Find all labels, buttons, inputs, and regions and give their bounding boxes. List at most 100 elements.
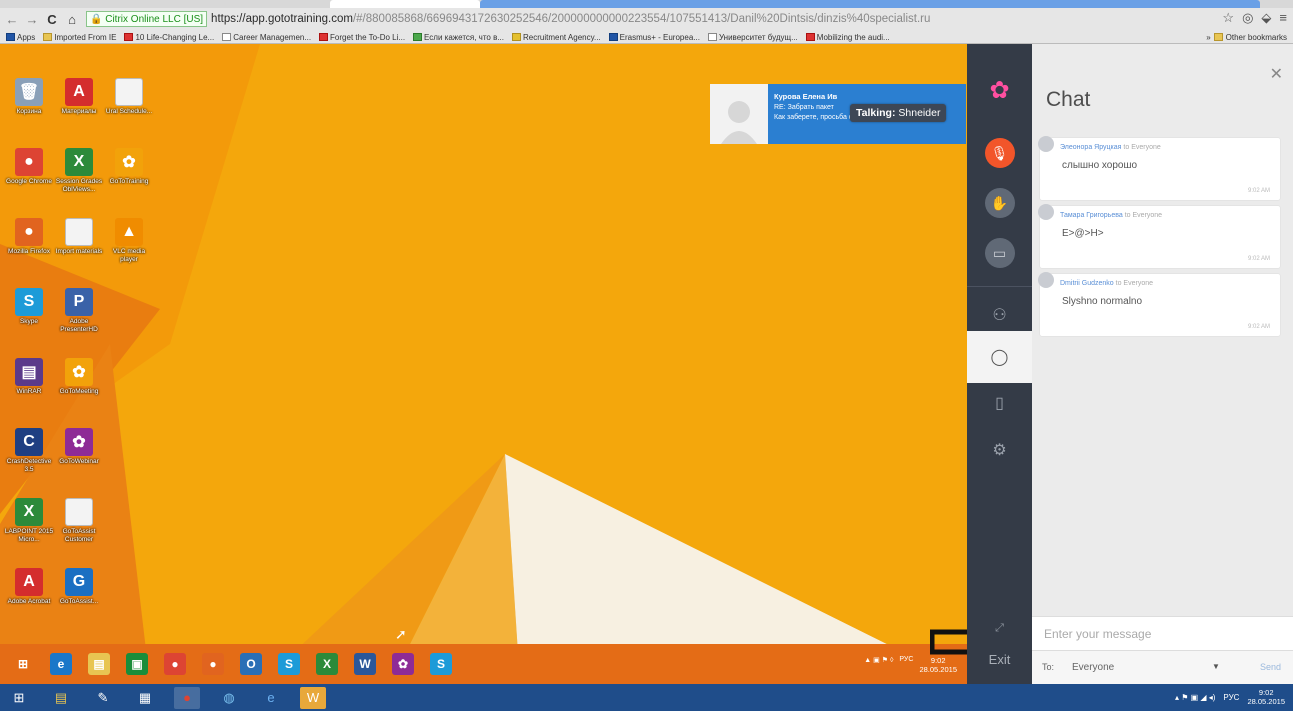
home-icon[interactable]: ⌂ [64,12,80,27]
outlook-icon[interactable]: O [240,653,262,675]
explorer-icon[interactable]: ▤ [88,653,110,675]
bookmark-university[interactable]: Университет будущ... [707,33,798,42]
desktop-icon[interactable]: ● Mozilla Firefox [4,218,54,256]
recipient-row: To: Everyone ▼ Send [1032,650,1293,684]
inner-clock-date: 28.05.2015 [919,665,957,674]
desktop-icon-label: GoToAssist Customer [62,528,96,543]
windows-start-icon[interactable]: ⊞ [6,687,32,709]
extension-icon[interactable]: ◎ [1242,10,1253,26]
store-icon[interactable]: ▣ [126,653,148,675]
firefox-icon[interactable]: ● [202,653,224,675]
other-bookmarks-label: Other bookmarks [1225,32,1287,42]
back-icon[interactable]: ← [4,12,20,27]
star-icon[interactable]: ☆ [1222,10,1234,26]
desktop-icon[interactable]: Ural Schedule... [104,78,154,116]
people-icon: ⚇ [992,307,1007,324]
bookmark-todo[interactable]: Forget the To-Do Li... [319,33,405,42]
close-icon[interactable]: ✕ [1270,64,1283,84]
bookmark-label: 10 Life-Changing Le... [135,32,215,42]
desktop-icon[interactable]: ▤ WinRAR [4,358,54,396]
chat-button[interactable]: ◯ [967,331,1032,383]
video-line1: RE: Забрать пакет [774,104,834,111]
exit-button[interactable]: Exit [967,652,1032,667]
bookmark-esli[interactable]: Если кажется, что в... [413,33,504,42]
ie-icon[interactable]: e [50,653,72,675]
app-icon: ● [15,148,43,176]
chrome-icon[interactable]: ● [164,653,186,675]
chrome-icon[interactable]: ● [174,686,200,709]
browser-tab[interactable] [330,0,480,8]
settings-button[interactable]: ⚙ [967,424,1032,476]
desktop-icon[interactable]: ✿ GoToMeeting [54,358,104,396]
desktop-icon[interactable]: X Session Grades OblViews... [54,148,104,194]
desktop-icon[interactable]: C CrashDetective 3.5 [4,428,54,474]
desktop-icon[interactable]: G GoToAssist... [54,568,104,606]
handouts-button[interactable]: ▯ [967,377,1032,429]
globe-icon[interactable]: ◍ [216,687,242,709]
message-header: Dmitrii Gudzenko to Everyone [1060,280,1153,287]
recipient-select[interactable]: Everyone [1072,658,1226,678]
browser-tab-active[interactable] [480,0,1260,8]
forward-icon[interactable]: → [24,12,40,27]
desktop-icon[interactable]: ✿ GoToWebinar [54,428,104,466]
bookmark-imported[interactable]: Imported From IE [43,33,116,42]
calculator-icon[interactable]: ▦ [132,687,158,709]
desktop-icon-label: Adobe Acrobat [7,598,51,605]
desktop-icon[interactable]: ▲ VLC media player [104,218,154,264]
desktop-icon[interactable]: ● Google Chrome [4,148,54,186]
fullscreen-icon[interactable]: ⤢ [967,622,1032,635]
desktop-icon[interactable]: A Материалы [54,78,104,116]
url-main: https://app.gototraining.com [211,13,353,25]
blue-icon [608,33,618,41]
system-clock[interactable]: 9:02 28.05.2015 [1247,688,1285,706]
skype2-icon[interactable]: S [430,653,452,675]
address-bar[interactable]: https://app.gototraining.com/#/880085868… [211,13,1031,25]
bookmark-apps[interactable]: Apps [6,33,35,42]
gotowebinar-icon[interactable]: ✿ [392,653,414,675]
other-bookmarks[interactable]: » Other bookmarks [1206,30,1287,44]
reload-icon[interactable]: C [44,12,60,27]
webcam-button[interactable]: ▭ [967,227,1032,279]
desktop-icon-label: Session Grades OblViews... [55,178,103,193]
desktop-icon[interactable]: ✿ GoToTraining [104,148,154,186]
desktop-icon[interactable]: Import materials [54,218,104,256]
desktop-icon[interactable]: GoToAssist Customer [54,498,104,544]
bookmark-label: Apps [17,32,36,42]
bookmark-life-changing[interactable]: 10 Life-Changing Le... [124,33,214,42]
ie-icon[interactable]: e [258,687,284,709]
chat-panel: ✕ Chat Элеонора Яруцкая to Everyone слыш… [1032,44,1293,684]
file-explorer-icon[interactable]: ▤ [48,687,74,709]
extension2-icon[interactable]: ⬙ [1261,10,1271,26]
excel-icon[interactable]: X [316,653,338,675]
menu-icon[interactable]: ≡ [1279,10,1287,26]
input-language[interactable]: РУС [1223,693,1239,702]
desktop-icon[interactable]: X LABPOINT 2015 Micro... [4,498,54,544]
desktop-icon[interactable]: A Adobe Acrobat [4,568,54,606]
chevron-down-icon[interactable]: ▼ [1212,662,1220,671]
shared-taskbar: ⊞ e ▤ ▣ ● ● O S X W ✿ S ▲ ▣ ⚑ ◊ РУС 9:02… [0,644,967,684]
desktop-icon[interactable]: 🗑 Корзина [4,78,54,116]
message-input[interactable] [1044,625,1274,643]
desktop-icon[interactable]: S Skype [4,288,54,326]
desktop-icon[interactable]: P Adobe PresenterHD [54,288,104,334]
send-button[interactable]: Send [1260,662,1281,672]
tray-icons[interactable]: ▴ ⚑ ▣ ◢ ◂) [1175,693,1215,702]
message-recipient: to Everyone [1123,144,1161,151]
mute-button[interactable]: 🎙 [967,127,1032,179]
windows-start-icon[interactable]: ⊞ [12,653,34,675]
skype-icon[interactable]: S [278,653,300,675]
bookmark-recruitment[interactable]: Recruitment Agency... [512,33,601,42]
word-icon[interactable]: W [354,653,376,675]
paint-icon[interactable]: ✎ [90,687,116,709]
ssl-badge[interactable]: 🔒 Citrix Online LLC [US] [86,11,208,27]
bookmark-mobilizing[interactable]: Mobilizing the audi... [805,33,890,42]
browser-toolbar: ← → C ⌂ 🔒 Citrix Online LLC [US] https:/… [0,0,1293,44]
talking-indicator: Talking: Shneider [850,104,947,122]
word-icon[interactable]: W [300,686,326,709]
rail-divider [967,286,1032,287]
bookmark-erasmus[interactable]: Erasmus+ - Europea... [608,33,700,42]
message-text: E>@>H> [1062,228,1104,239]
bookmark-career[interactable]: Career Managemen... [222,33,311,42]
browser-window: ← → C ⌂ 🔒 Citrix Online LLC [US] https:/… [0,0,1293,684]
raise-hand-button[interactable]: ✋ [967,177,1032,229]
